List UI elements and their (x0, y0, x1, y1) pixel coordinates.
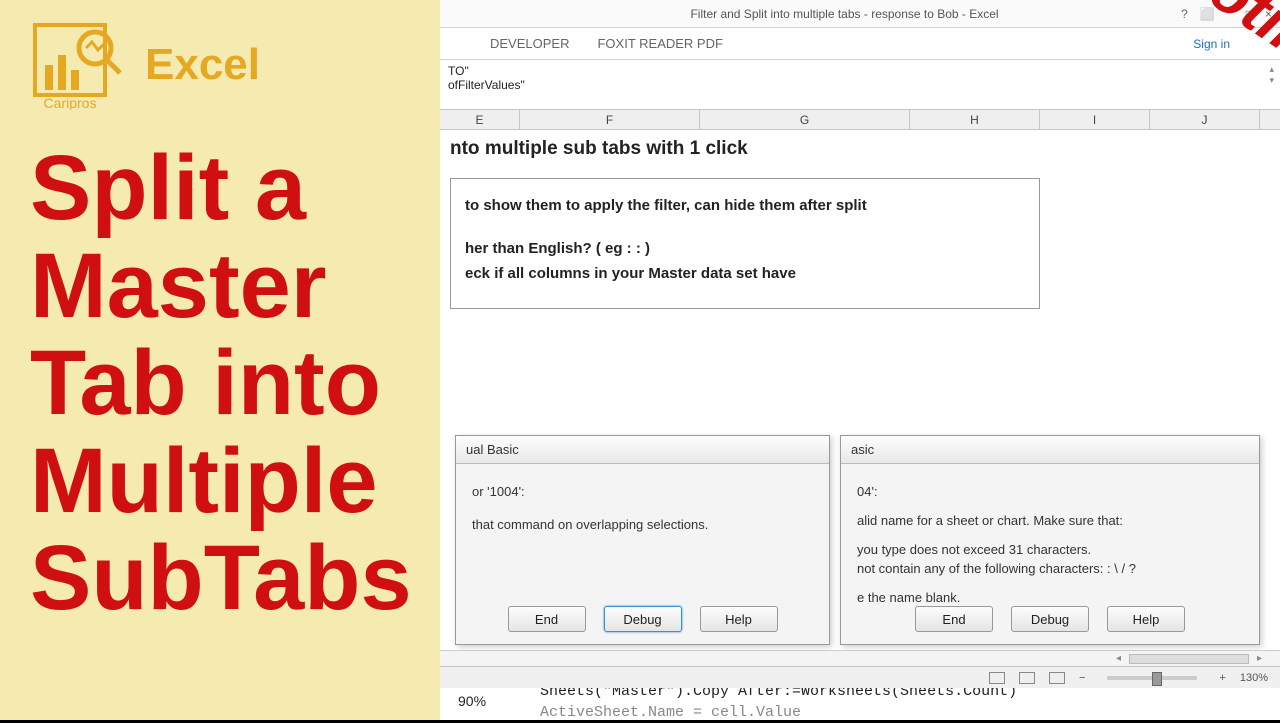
notes-box: to show them to apply the filter, can hi… (450, 178, 1040, 309)
signin-link[interactable]: Sign in (1193, 37, 1230, 51)
ribbon-tabs: DEVELOPER FOXIT READER PDF Sign in (440, 28, 1280, 60)
close-icon[interactable]: × (1265, 7, 1272, 21)
dialog2-msg1: alid name for a sheet or chart. Make sur… (857, 513, 1243, 528)
col-E[interactable]: E (440, 110, 520, 129)
col-G[interactable]: G (700, 110, 910, 129)
tab-developer[interactable]: DEVELOPER (490, 36, 569, 51)
product-name: Excel (145, 40, 260, 90)
sheet-content: nto multiple sub tabs with 1 click to sh… (440, 130, 1280, 317)
horizontal-scrollbar[interactable]: ◂ ▸ (440, 650, 1280, 666)
tab-foxit[interactable]: FOXIT READER PDF (597, 36, 722, 51)
left-promo-panel: Caripros Excel Split a Master Tab into M… (0, 0, 440, 720)
dialog2-msg4: e the name blank. (857, 590, 1243, 605)
column-headers: E F G H I J (440, 110, 1280, 130)
maximize-icon[interactable]: □ (1246, 7, 1253, 21)
col-H[interactable]: H (910, 110, 1040, 129)
dialog2-help-button[interactable]: Help (1107, 606, 1185, 632)
excel-window: Filter and Split into multiple tabs - re… (440, 0, 1280, 720)
formula-line1: TO" (448, 64, 1272, 78)
dialog1-help-button[interactable]: Help (700, 606, 778, 632)
title-bar: Filter and Split into multiple tabs - re… (440, 0, 1280, 28)
view-pagebreak-icon[interactable] (1049, 672, 1065, 684)
note-1: to show them to apply the filter, can hi… (465, 197, 1025, 214)
dialog2-title: asic (841, 436, 1259, 464)
dialog2-debug-button[interactable]: Debug (1011, 606, 1089, 632)
promo-headline: Split a Master Tab into Multiple SubTabs (30, 140, 420, 628)
note-3: eck if all columns in your Master data s… (465, 265, 1025, 282)
percent-2: 90% (458, 691, 518, 712)
svg-text:Caripros: Caripros (44, 95, 97, 110)
formula-bar[interactable]: TO" ofFilterValues" ▴▾ (440, 60, 1280, 110)
dialog1-title: ual Basic (456, 436, 829, 464)
brand-logo: Caripros Excel (30, 20, 420, 110)
zoom-slider[interactable] (1107, 676, 1197, 680)
dialog2-msg3: not contain any of the following charact… (857, 561, 1243, 576)
status-bar: − + 130% (440, 666, 1280, 688)
ribbon-toggle-icon[interactable]: ⬜ (1200, 7, 1215, 21)
dialog1-error-code: or '1004': (472, 484, 813, 499)
window-title: Filter and Split into multiple tabs - re… (508, 7, 1181, 21)
sheet-heading: nto multiple sub tabs with 1 click (450, 138, 1270, 160)
note-2: her than English? ( eg : : ) (465, 240, 1025, 257)
caripros-logo-icon: Caripros (30, 20, 130, 110)
col-J[interactable]: J (1150, 110, 1260, 129)
help-icon[interactable]: ? (1181, 7, 1188, 21)
vb-error-dialog-2: asic 04': alid name for a sheet or chart… (840, 435, 1260, 645)
dialog2-msg2: you type does not exceed 31 characters. (857, 542, 1243, 557)
col-I[interactable]: I (1040, 110, 1150, 129)
formula-expand-icon[interactable]: ▴▾ (1269, 64, 1274, 86)
spreadsheet-grid[interactable]: E F G H I J nto multiple sub tabs with 1… (440, 110, 1280, 688)
minimize-icon[interactable]: − (1227, 7, 1234, 21)
zoom-level[interactable]: 130% (1240, 672, 1268, 684)
dialog1-end-button[interactable]: End (508, 606, 586, 632)
dialog2-error-code: 04': (857, 484, 1243, 499)
window-controls: ? ⬜ − □ × (1181, 7, 1272, 21)
vb-error-dialog-1: ual Basic or '1004': that command on ove… (455, 435, 830, 645)
formula-line2: ofFilterValues" (448, 78, 1272, 92)
view-layout-icon[interactable] (1019, 672, 1035, 684)
dialog1-debug-button[interactable]: Debug (604, 606, 682, 632)
view-normal-icon[interactable] (989, 672, 1005, 684)
dialog1-message: that command on overlapping selections. (472, 517, 813, 532)
dialog2-end-button[interactable]: End (915, 606, 993, 632)
col-F[interactable]: F (520, 110, 700, 129)
